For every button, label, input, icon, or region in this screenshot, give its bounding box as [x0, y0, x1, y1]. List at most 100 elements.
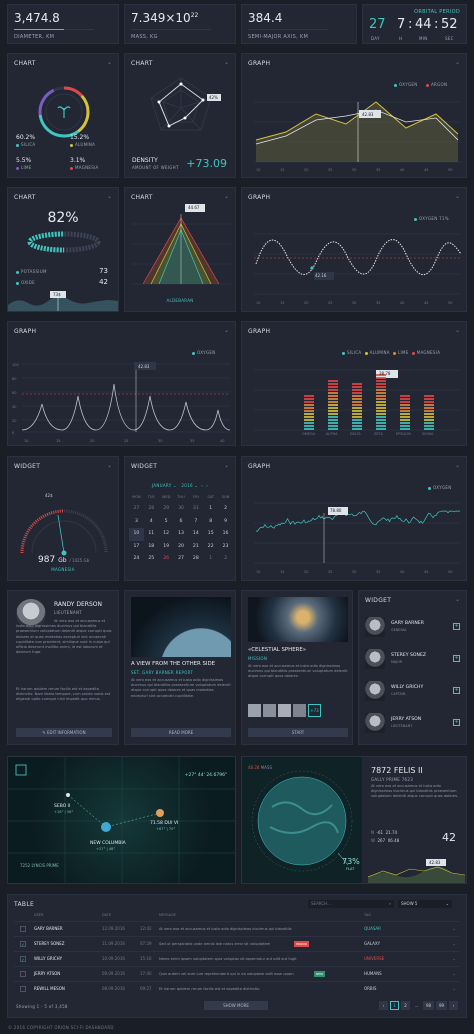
chevron-down-icon[interactable]: ⌄ [455, 193, 460, 200]
add-icon[interactable]: + [453, 687, 460, 694]
calendar-day[interactable]: 17 [129, 541, 144, 554]
chevron-down-icon[interactable]: ⌄ [455, 596, 460, 603]
row-menu-icon[interactable]: ⌄ [453, 937, 456, 951]
calendar-day[interactable]: 10 [129, 528, 144, 541]
calendar-day[interactable]: 2 [218, 553, 233, 566]
planet-body: At vero eos et accusamus et iusto odio d… [371, 784, 459, 799]
calendar-day[interactable]: 19 [159, 541, 174, 554]
svg-text:45: 45 [424, 301, 428, 305]
lime-label: LIME [16, 165, 32, 170]
chevron-down-icon[interactable]: ⌄ [455, 327, 460, 334]
bar-segment [376, 413, 386, 415]
start-button[interactable]: START [248, 728, 348, 737]
calendar-day[interactable]: 1 [203, 553, 218, 566]
add-icon[interactable]: + [453, 719, 460, 726]
calendar-day[interactable]: 26 [159, 553, 174, 566]
calendar-day[interactable]: 18 [144, 541, 159, 554]
calendar-day[interactable]: 24 [129, 553, 144, 566]
row-time: 09:27 [140, 986, 152, 991]
calendar-day[interactable]: 2 [218, 503, 233, 516]
calendar-day[interactable]: 31 [188, 503, 203, 516]
chevron-down-icon[interactable]: ⌄ [107, 59, 112, 66]
chevron-down-icon[interactable]: ⌄ [107, 193, 112, 200]
bar-segment [376, 416, 386, 418]
crew-name: STEREY SONEZ [391, 653, 427, 658]
bar-segment [352, 386, 362, 388]
calendar-day[interactable]: 11 [144, 528, 159, 541]
calendar-day[interactable]: 25 [144, 553, 159, 566]
row-checkbox[interactable] [20, 971, 26, 977]
row-message: Et harum quidem rerum facilis est et exp… [159, 987, 260, 991]
row-checkbox[interactable]: ✓ [20, 941, 26, 947]
edit-information-button[interactable]: ✎ EDIT INFORMATION [16, 728, 112, 737]
crew-name: JERRY ATSON [391, 717, 422, 722]
row-menu-icon[interactable]: ⌄ [453, 922, 456, 936]
chevron-down-icon[interactable]: ⌄ [224, 462, 229, 469]
crew-item[interactable]: STEREY SONEZ MAJOR + [365, 647, 460, 673]
more-count[interactable]: +73 [308, 704, 321, 717]
bar-segment [376, 422, 386, 424]
chevron-down-icon[interactable]: ⌄ [224, 59, 229, 66]
map-coords: +27° 44' 24.6796" [184, 773, 227, 778]
show-more-button[interactable]: SHOW MORE [204, 1001, 268, 1010]
table-row[interactable]: GARY BARNER 12.09.2016 12:42 At vero eos et… [14, 921, 460, 936]
page-prev[interactable]: ‹ [379, 1001, 388, 1010]
calendar-day[interactable]: 23 [218, 541, 233, 554]
calendar-day[interactable]: 28 [188, 553, 203, 566]
calendar-day[interactable]: 12 [159, 528, 174, 541]
calendar-day[interactable]: 5 [159, 516, 174, 529]
chevron-down-icon[interactable]: ⌄ [107, 462, 112, 469]
chevron-down-icon[interactable]: ⌄ [455, 462, 460, 469]
calendar-day[interactable]: 16 [218, 528, 233, 541]
row-checkbox[interactable] [20, 926, 26, 932]
calendar-day[interactable]: 13 [174, 528, 189, 541]
page-button[interactable]: 99 [436, 1001, 447, 1010]
bar-segment [352, 425, 362, 427]
table-row[interactable]: REWILL MESON 08.09.2016 09:27 Et harum quid… [14, 981, 460, 996]
table-row[interactable]: JERRY ATSON 09.09.2016 17:40 Quis autem vel… [14, 966, 460, 981]
calendar-day[interactable]: 22 [203, 541, 218, 554]
calendar-day[interactable]: 7 [188, 516, 203, 529]
row-menu-icon[interactable]: ⌄ [453, 952, 456, 966]
row-checkbox[interactable]: ✓ [20, 956, 26, 962]
calendar-header[interactable]: JANUARY ⌄ 2016 ⌄ ‹ › [125, 483, 235, 488]
row-menu-icon[interactable]: ⌄ [453, 982, 456, 996]
chevron-down-icon[interactable]: ⌄ [455, 59, 460, 66]
row-checkbox[interactable] [20, 986, 26, 992]
calendar-day[interactable]: 4 [144, 516, 159, 529]
add-icon[interactable]: + [453, 623, 460, 630]
add-icon[interactable]: + [453, 655, 460, 662]
bar-segment [352, 395, 362, 397]
page-button[interactable]: 98 [423, 1001, 434, 1010]
crew-item[interactable]: JERRY ATSON LIEUTENANT + [365, 711, 460, 737]
search-input[interactable]: SEARCH... ⌕ [308, 900, 394, 908]
page-button[interactable]: 1 [390, 1001, 399, 1010]
calendar-day[interactable]: 8 [203, 516, 218, 529]
calendar-day[interactable]: 3 [129, 516, 144, 529]
page-next[interactable]: › [449, 1001, 458, 1010]
calendar-day[interactable]: 15 [203, 528, 218, 541]
calendar-day[interactable]: 27 [174, 553, 189, 566]
calendar-day[interactable]: 29 [159, 503, 174, 516]
table-row[interactable]: ✓ STEREY SONEZ 11.09.2016 07:29 Sed ut persp… [14, 936, 460, 951]
show-select[interactable]: SHOW 5 ⌄ [398, 900, 452, 908]
noise-chart: 10 15 20 25 30 35 40 45 50 [254, 502, 461, 574]
calendar-day[interactable]: 6 [174, 516, 189, 529]
crew-item[interactable]: GARY BARNER GENERAL + [365, 615, 460, 641]
read-more-button[interactable]: READ MORE [131, 728, 231, 737]
crew-item[interactable]: WILLY GRICHY CAPTAIN + [365, 679, 460, 705]
page-button[interactable]: 2 [401, 1001, 410, 1010]
calendar-day[interactable]: 20 [174, 541, 189, 554]
calendar-day[interactable]: 27 [129, 503, 144, 516]
calendar-day[interactable]: 28 [144, 503, 159, 516]
calendar-day[interactable]: 14 [188, 528, 203, 541]
calendar-day[interactable]: 9 [218, 516, 233, 529]
bar-segment [352, 410, 362, 412]
calendar-day[interactable]: 1 [203, 503, 218, 516]
calendar-day[interactable]: 21 [188, 541, 203, 554]
chevron-down-icon[interactable]: ⌄ [224, 327, 229, 334]
row-menu-icon[interactable]: ⌄ [453, 967, 456, 981]
chevron-down-icon[interactable]: ⌄ [224, 193, 229, 200]
calendar-day[interactable]: 30 [174, 503, 189, 516]
table-row[interactable]: ✓ WILLY GRICHY 10.09.2016 15:16 Nemo enim ip… [14, 951, 460, 966]
